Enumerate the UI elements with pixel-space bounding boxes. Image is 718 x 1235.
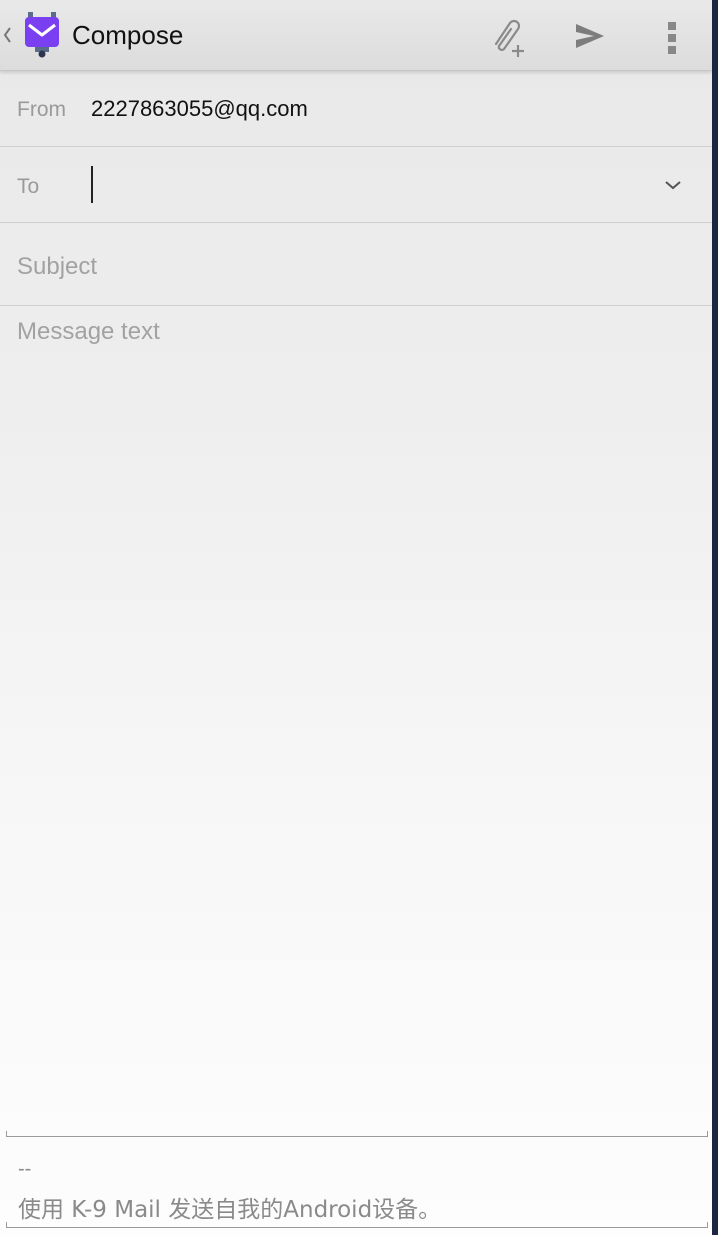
chevron-down-icon xyxy=(665,181,681,190)
cc-bcc-toggle-button[interactable] xyxy=(655,167,691,203)
subject-field[interactable] xyxy=(17,249,697,285)
message-body-field[interactable] xyxy=(17,318,697,1118)
send-button[interactable] xyxy=(562,10,614,62)
from-account-value[interactable]: 2227863055@qq.com xyxy=(91,96,308,122)
signature-field-underline xyxy=(6,1222,708,1228)
to-field[interactable] xyxy=(90,165,630,205)
compose-screen: Compose From 2227863055@qq.com To Subjec… xyxy=(0,0,712,1235)
page-title: Compose xyxy=(72,20,184,50)
from-label: From xyxy=(17,98,66,121)
overflow-menu-icon xyxy=(668,22,676,54)
send-icon xyxy=(576,24,604,48)
screen-edge xyxy=(712,0,718,1235)
text-cursor xyxy=(91,166,93,203)
subject-row xyxy=(0,223,712,306)
message-field-underline xyxy=(6,1131,708,1137)
action-bar: Compose xyxy=(0,0,712,71)
signature-separator: -- xyxy=(18,1158,32,1180)
paperclip-add-icon xyxy=(494,19,524,57)
k9-mail-logo[interactable] xyxy=(21,12,63,58)
signature-field[interactable]: 使用 K-9 Mail 发送自我的Android设备。 xyxy=(18,1190,441,1224)
attach-button[interactable] xyxy=(480,10,532,62)
to-row: To xyxy=(0,147,712,223)
to-label: To xyxy=(17,175,40,198)
chevron-left-icon[interactable] xyxy=(2,25,12,45)
overflow-menu-button[interactable] xyxy=(646,10,698,62)
from-row[interactable]: From 2227863055@qq.com xyxy=(0,72,712,147)
